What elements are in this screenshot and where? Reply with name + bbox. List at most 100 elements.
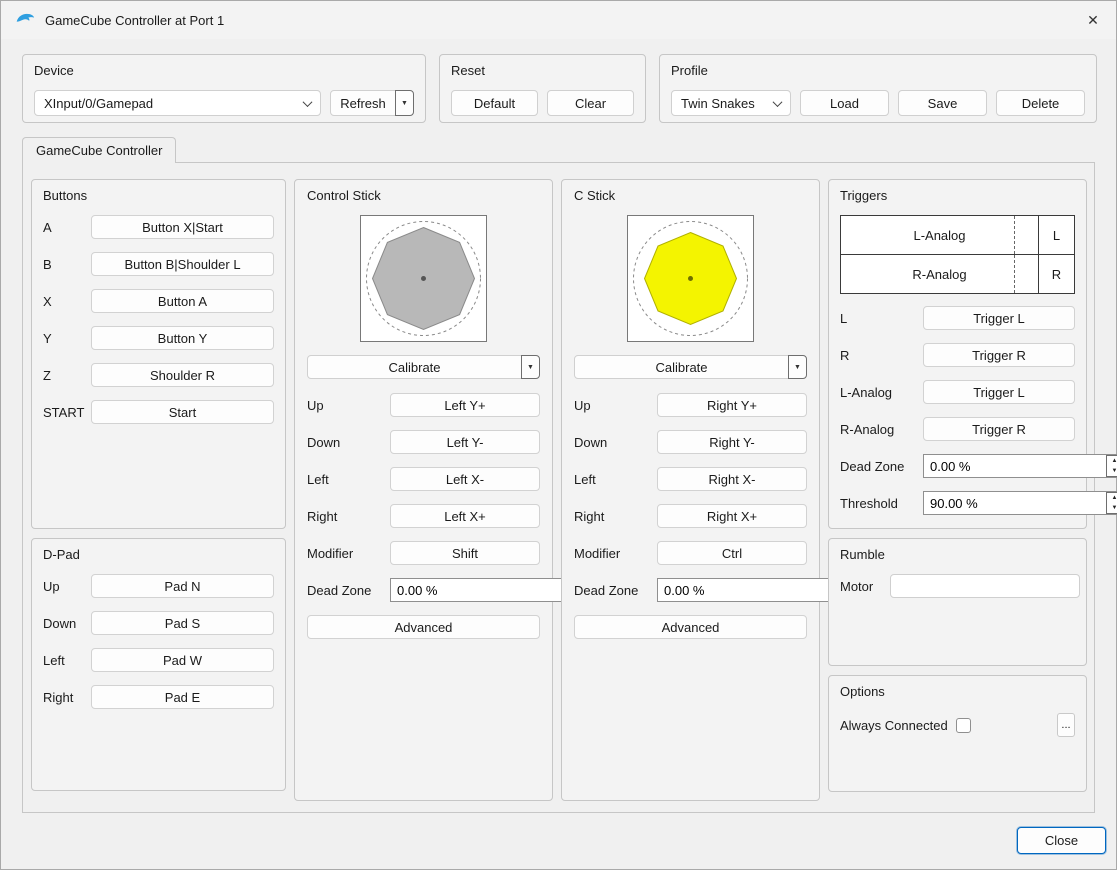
triggers-row-r: R Trigger R (840, 343, 1075, 367)
c-stick-up-mapping-button[interactable]: Right Y+ (657, 393, 807, 417)
c-stick-row-down: Down Right Y- (574, 430, 807, 454)
profile-select[interactable]: Twin Snakes (671, 90, 791, 116)
control-stick-deadzone-input[interactable] (391, 582, 573, 598)
buttons-a-mapping-button[interactable]: Button X|Start (91, 215, 274, 239)
triggers-threshold-spinbox: ▲ ▼ (923, 491, 1117, 515)
dpad-down-mapping-button[interactable]: Pad S (91, 611, 274, 635)
control-stick-down-label: Down (307, 434, 341, 450)
rumble-group-title: Rumble (840, 547, 885, 562)
control-stick-left-mapping-button[interactable]: Left X- (390, 467, 540, 491)
refresh-split-button: Refresh ▼ (330, 90, 414, 116)
rumble-motor-input[interactable] (890, 574, 1080, 598)
save-button[interactable]: Save (898, 90, 987, 116)
threshold-line (1014, 216, 1016, 254)
always-connected-options-button[interactable]: ... (1057, 713, 1075, 737)
triggers-r-analog-label: R-Analog (840, 421, 895, 437)
buttons-y-mapping-button[interactable]: Button Y (91, 326, 274, 350)
c-stick-left-mapping-button[interactable]: Right X- (657, 467, 807, 491)
trigger-l-analog-bar-label: L-Analog (913, 227, 966, 243)
triggers-deadzone-label: Dead Zone (840, 458, 905, 474)
dpad-up-mapping-button[interactable]: Pad N (91, 574, 274, 598)
buttons-row-a: A Button X|Start (43, 215, 274, 239)
top-row: Device XInput/0/Gamepad Refresh ▼ Reset … (22, 54, 1097, 123)
triggers-threshold-row: Threshold ▲ ▼ ... (840, 491, 1117, 515)
control-stick-modifier-mapping-button[interactable]: Shift (390, 541, 540, 565)
c-stick-down-label: Down (574, 434, 608, 450)
always-connected-checkbox[interactable] (955, 717, 971, 733)
buttons-group-title: Buttons (43, 188, 88, 203)
trigger-r-digital-label: R (1051, 266, 1062, 282)
buttons-x-label: X (43, 293, 52, 309)
clear-button[interactable]: Clear (547, 90, 634, 116)
buttons-b-label: B (43, 256, 52, 272)
triggers-l-mapping-button[interactable]: Trigger L (923, 306, 1075, 330)
c-stick-right-mapping-button[interactable]: Right X+ (657, 504, 807, 528)
c-stick-modifier-mapping-button[interactable]: Ctrl (657, 541, 807, 565)
options-group: Options Always Connected ... (828, 675, 1087, 792)
refresh-button[interactable]: Refresh (330, 90, 396, 116)
dpad-left-label: Left (43, 652, 65, 668)
control-stick-right-mapping-button[interactable]: Left X+ (390, 504, 540, 528)
buttons-x-mapping-button[interactable]: Button A (91, 289, 274, 313)
c-stick-deadzone-input[interactable] (658, 582, 840, 598)
c-stick-advanced-button[interactable]: Advanced (574, 615, 807, 639)
always-connected-label: Always Connected (840, 717, 948, 733)
control-stick-calibrate-dropdown-button[interactable]: ▼ (521, 355, 540, 379)
tab-label: GameCube Controller (36, 143, 163, 158)
triggers-group-title: Triggers (840, 188, 888, 203)
control-stick-up-mapping-button[interactable]: Left Y+ (390, 393, 540, 417)
spin-down-icon[interactable]: ▼ (1107, 466, 1117, 476)
load-button[interactable]: Load (800, 90, 889, 116)
triggers-r-mapping-button[interactable]: Trigger R (923, 343, 1075, 367)
buttons-a-label: A (43, 219, 52, 235)
control-stick-advanced-button[interactable]: Advanced (307, 615, 540, 639)
c-stick-row-modifier: Modifier Ctrl (574, 541, 807, 565)
delete-button[interactable]: Delete (996, 90, 1085, 116)
dpad-left-mapping-button[interactable]: Pad W (91, 648, 274, 672)
buttons-b-mapping-button[interactable]: Button B|Shoulder L (91, 252, 274, 276)
triggers-threshold-spin-buttons: ▲ ▼ (1106, 492, 1117, 514)
dpad-down-label: Down (43, 615, 77, 631)
c-stick-row-left: Left Right X- (574, 467, 807, 491)
tab-gamecube-controller[interactable]: GameCube Controller (22, 137, 177, 163)
triggers-threshold-label: Threshold (840, 495, 898, 511)
buttons-z-mapping-button[interactable]: Shoulder R (91, 363, 274, 387)
window-close-button[interactable]: ✕ (1070, 1, 1116, 39)
c-stick-calibrate-button[interactable]: Calibrate (574, 355, 789, 379)
always-connected-row: Always Connected ... (840, 713, 1075, 737)
triggers-deadzone-spin-buttons: ▲ ▼ (1106, 455, 1117, 477)
spin-down-icon[interactable]: ▼ (1107, 503, 1117, 513)
triggers-threshold-input[interactable] (924, 495, 1106, 511)
refresh-dropdown-button[interactable]: ▼ (395, 90, 414, 116)
profile-group: Profile Twin Snakes Load Save Delete (659, 54, 1097, 123)
spin-up-icon[interactable]: ▲ (1107, 456, 1117, 466)
c-stick-calibrate-dropdown-button[interactable]: ▼ (788, 355, 807, 379)
ellipsis-icon: ... (1061, 719, 1071, 731)
default-button[interactable]: Default (451, 90, 538, 116)
c-stick-down-mapping-button[interactable]: Right Y- (657, 430, 807, 454)
control-stick-calibrate-button[interactable]: Calibrate (307, 355, 522, 379)
profile-group-title: Profile (671, 63, 708, 78)
triggers-deadzone-input[interactable] (924, 458, 1106, 474)
control-stick-display (360, 215, 487, 342)
spin-up-icon[interactable]: ▲ (1107, 493, 1117, 503)
window-title: GameCube Controller at Port 1 (45, 12, 225, 28)
triggers-r-analog-mapping-button[interactable]: Trigger R (923, 417, 1075, 441)
c-stick-modifier-label: Modifier (574, 545, 621, 561)
device-select[interactable]: XInput/0/Gamepad (34, 90, 321, 116)
device-group: Device XInput/0/Gamepad Refresh ▼ (22, 54, 426, 123)
control-stick-left-label: Left (307, 471, 329, 487)
triggers-row-r-analog: R-Analog Trigger R (840, 417, 1075, 441)
control-stick-down-mapping-button[interactable]: Left Y- (390, 430, 540, 454)
triggers-l-analog-label: L-Analog (840, 384, 893, 400)
gamecube-controller-dialog: GameCube Controller at Port 1 ✕ Device X… (0, 0, 1117, 870)
buttons-start-mapping-button[interactable]: Start (91, 400, 274, 424)
dpad-row-left: Left Pad W (43, 648, 274, 672)
triggers-l-label: L (840, 310, 848, 326)
c-stick-deadzone-label: Dead Zone (574, 582, 639, 598)
rumble-motor-label: Motor (840, 578, 874, 594)
dpad-right-mapping-button[interactable]: Pad E (91, 685, 274, 709)
triggers-l-analog-mapping-button[interactable]: Trigger L (923, 380, 1075, 404)
close-button[interactable]: Close (1017, 827, 1106, 854)
buttons-z-label: Z (43, 367, 51, 383)
